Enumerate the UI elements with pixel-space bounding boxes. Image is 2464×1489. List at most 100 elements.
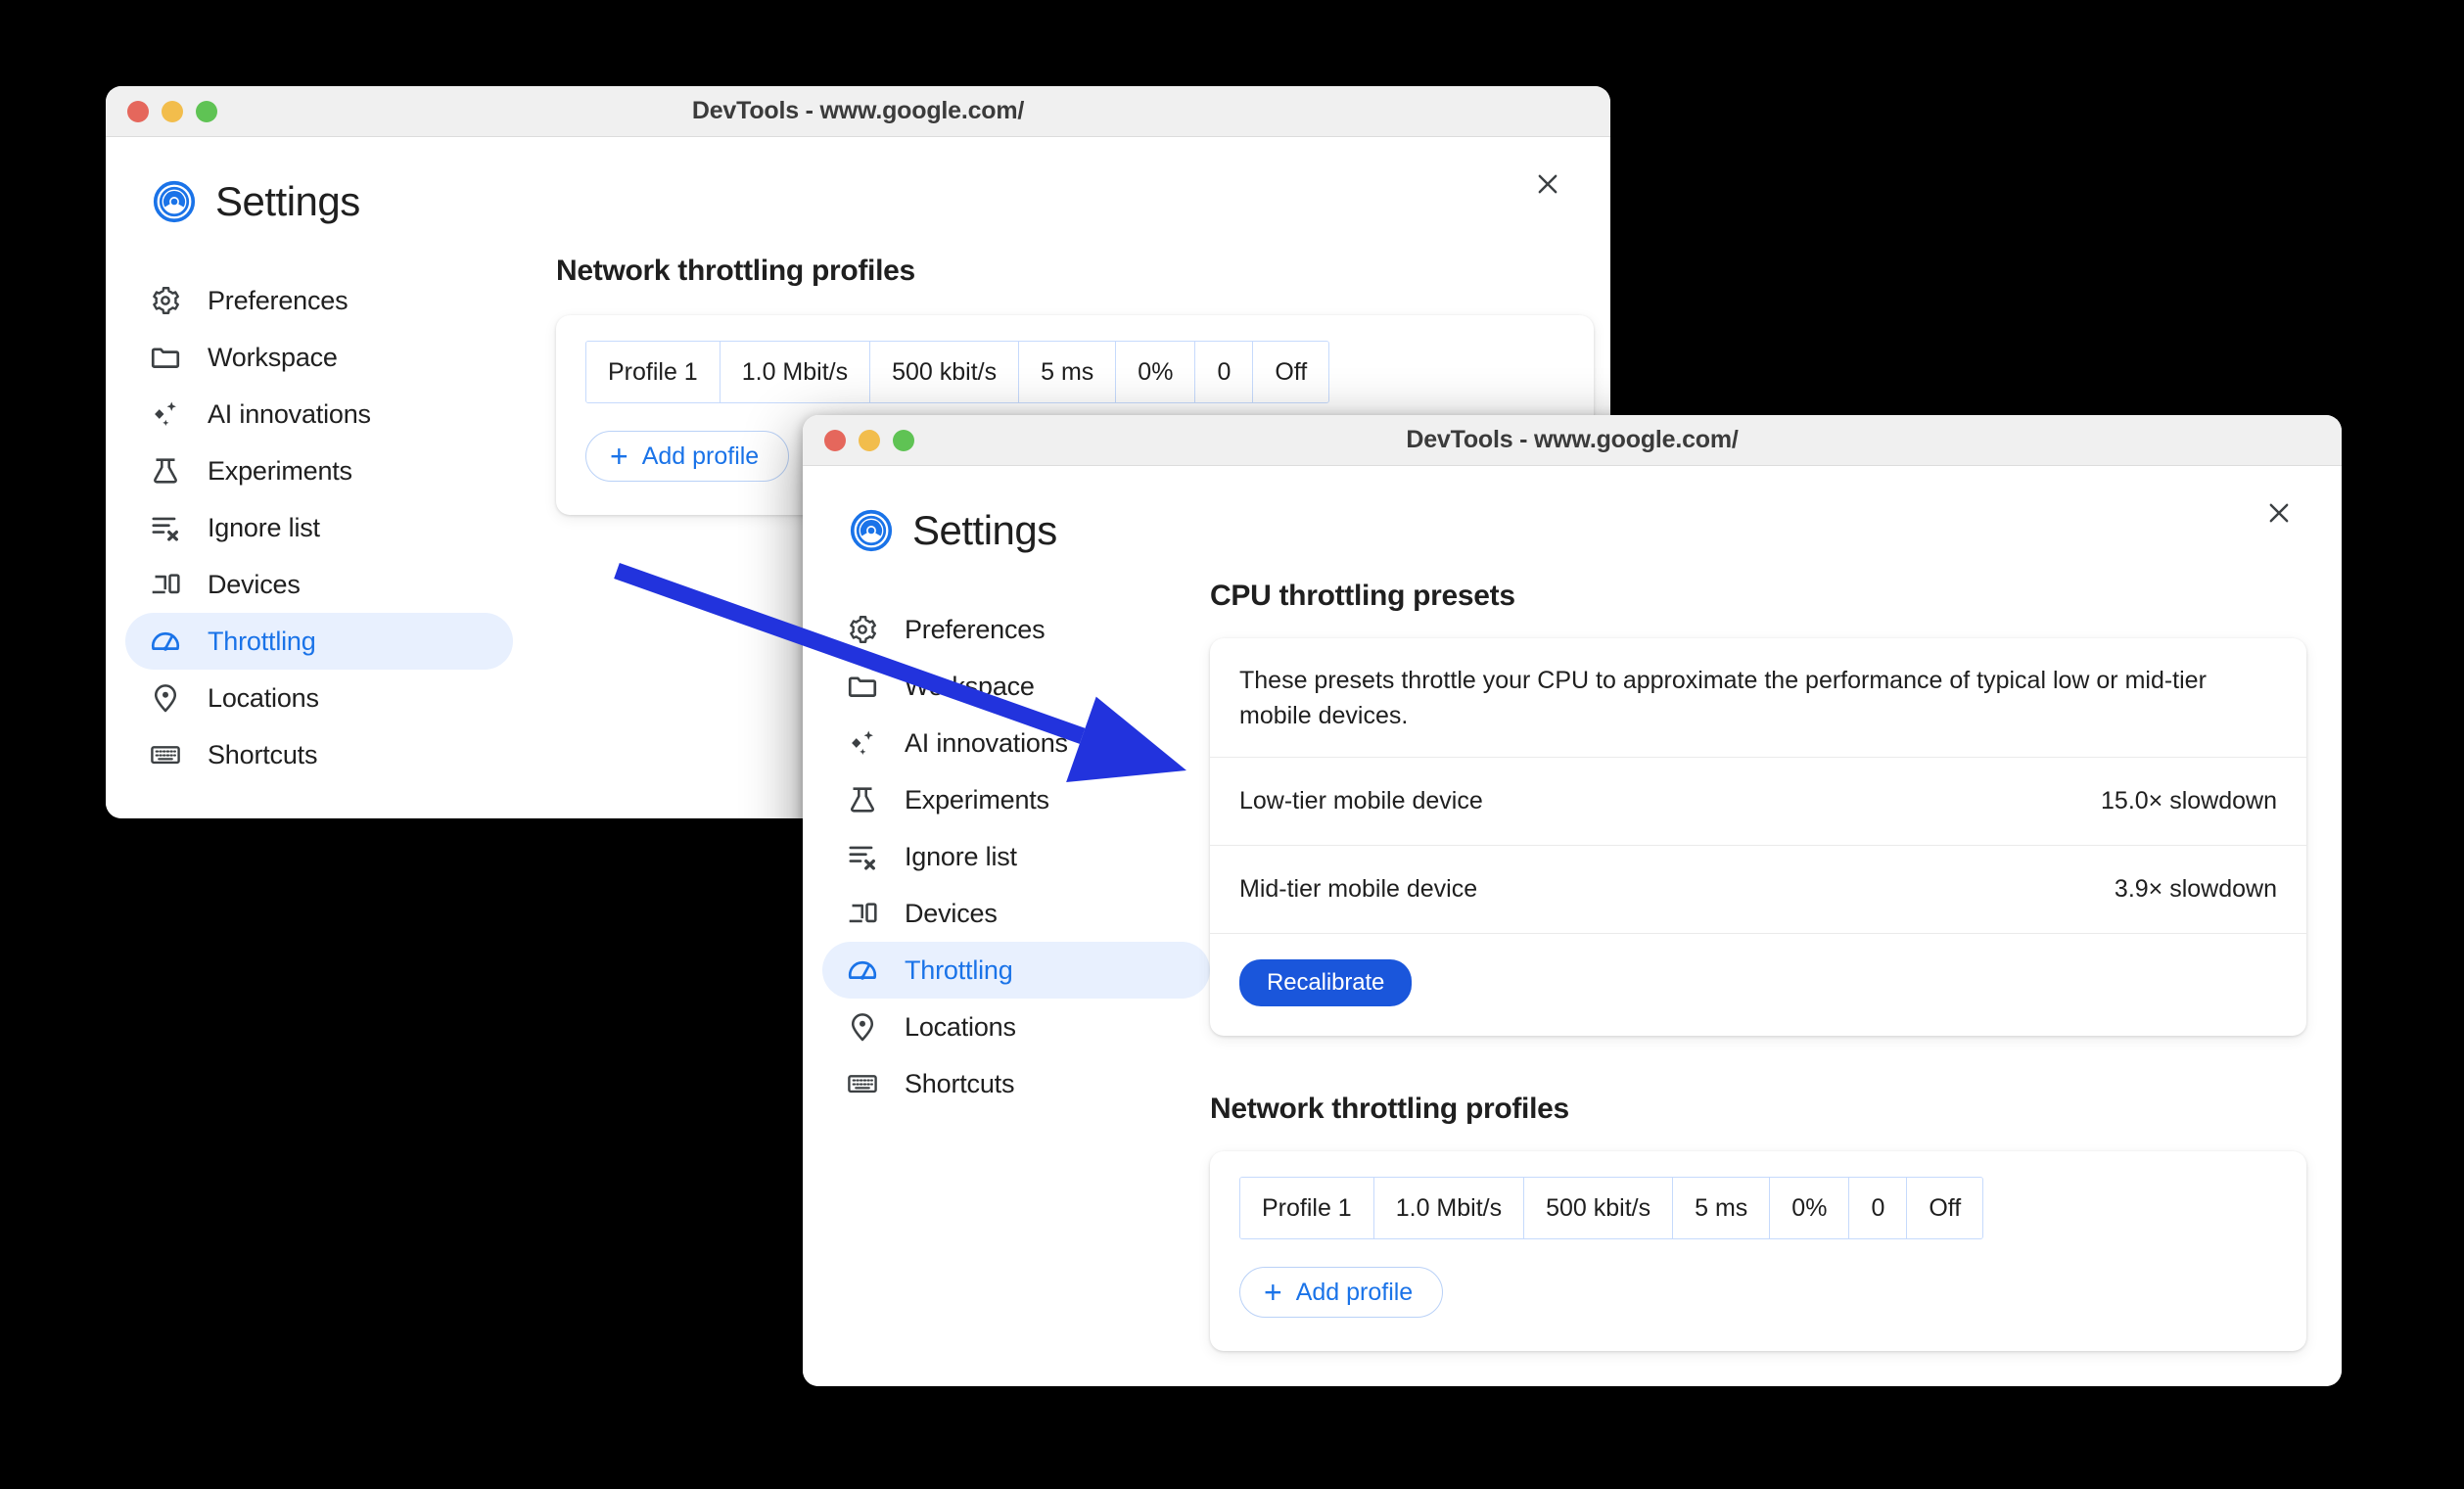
maximize-window-button[interactable] <box>196 100 217 122</box>
settings-title-back: Settings <box>215 178 360 224</box>
chrome-logo-icon <box>850 509 893 552</box>
folder-icon <box>846 670 879 703</box>
sidebar-item-workspace[interactable]: Workspace <box>822 658 1210 715</box>
network-profiles-card-front: Profile 1 1.0 Mbit/s 500 kbit/s 5 ms 0% 0 Off … <box>1210 1151 2306 1351</box>
plus-icon: + <box>1264 1275 1282 1310</box>
profile-cell[interactable]: 5 ms <box>1019 342 1117 402</box>
sidebar-item-throttling[interactable]: Throttling <box>822 942 1210 999</box>
devtools-settings-window-front[interactable]: DevTools - www.google.com/ Settings Pref… <box>803 415 2342 1386</box>
sidebar-item-shortcuts[interactable]: Shortcuts <box>822 1055 1210 1112</box>
sidebar-item-label: Throttling <box>905 954 1013 985</box>
profile-cell[interactable]: 500 kbit/s <box>870 342 1020 402</box>
sidebar-item-label: Experiments <box>905 784 1049 814</box>
sidebar-item-shortcuts[interactable]: Shortcuts <box>125 726 513 783</box>
profile-cell[interactable]: Off <box>1253 342 1329 402</box>
add-profile-button-front[interactable]: + Add profile <box>1239 1267 1444 1318</box>
sidebar-item-experiments[interactable]: Experiments <box>822 771 1210 828</box>
plus-icon: + <box>610 439 628 474</box>
sidebar-item-workspace[interactable]: Workspace <box>125 329 513 386</box>
recalibrate-button[interactable]: Recalibrate <box>1239 959 1413 1006</box>
preset-row-low-tier[interactable]: Low-tier mobile device 15.0× slowdown <box>1210 758 2306 846</box>
profile-cell[interactable]: 0 <box>1195 342 1254 402</box>
flask-icon <box>149 454 182 488</box>
close-icon <box>2269 503 2289 523</box>
sidebar-item-throttling[interactable]: Throttling <box>125 613 513 670</box>
window-title-front: DevTools - www.google.com/ <box>1406 426 1739 453</box>
sparkle-icon <box>149 397 182 431</box>
list-x-icon <box>846 840 879 873</box>
sidebar-item-label: Ignore list <box>905 841 1017 871</box>
settings-sidebar-back[interactable]: Preferences Workspace AI innovations Experi… <box>125 272 513 783</box>
profile-cell[interactable]: Profile 1 <box>1240 1178 1374 1238</box>
network-throttling-heading-back: Network throttling profiles <box>556 255 915 287</box>
profile-cell[interactable]: 5 ms <box>1673 1178 1771 1238</box>
traffic-lights-front[interactable] <box>824 429 914 451</box>
chrome-logo-icon <box>153 180 196 223</box>
profile-cell[interactable]: 0 <box>1849 1178 1908 1238</box>
keyboard-icon <box>846 1067 879 1100</box>
sidebar-item-label: Preferences <box>208 285 349 315</box>
sidebar-item-label: Shortcuts <box>905 1068 1015 1098</box>
close-window-button[interactable] <box>824 429 846 451</box>
profile-cell[interactable]: 500 kbit/s <box>1524 1178 1674 1238</box>
devices-icon <box>149 568 182 601</box>
profile-cell[interactable]: 1.0 Mbit/s <box>720 342 871 402</box>
maximize-window-button[interactable] <box>893 429 914 451</box>
titlebar-back[interactable]: DevTools - www.google.com/ <box>106 86 1610 137</box>
close-settings-button-front[interactable] <box>2257 491 2301 535</box>
window-body-front: Settings Preferences Workspace AI innovati… <box>803 466 2342 1386</box>
preset-value: 3.9× slowdown <box>2114 875 2277 903</box>
settings-sidebar-front[interactable]: Preferences Workspace AI innovations Experi… <box>822 601 1210 1112</box>
sidebar-item-ignore-list[interactable]: Ignore list <box>125 499 513 556</box>
sidebar-item-devices[interactable]: Devices <box>822 885 1210 942</box>
location-pin-icon <box>149 681 182 715</box>
sidebar-item-locations[interactable]: Locations <box>125 670 513 726</box>
minimize-window-button[interactable] <box>859 429 880 451</box>
sidebar-item-ai-innovations[interactable]: AI innovations <box>822 715 1210 771</box>
network-profiles-table-front[interactable]: Profile 1 1.0 Mbit/s 500 kbit/s 5 ms 0% 0 Off <box>1239 1177 1984 1239</box>
minimize-window-button[interactable] <box>162 100 183 122</box>
sparkle-icon <box>846 726 879 760</box>
settings-title-front: Settings <box>912 507 1057 553</box>
sidebar-item-preferences[interactable]: Preferences <box>125 272 513 329</box>
sidebar-item-label: Workspace <box>208 342 338 372</box>
preset-name: Mid-tier mobile device <box>1239 875 1478 903</box>
add-profile-button-back[interactable]: + Add profile <box>585 431 790 482</box>
profile-cell[interactable]: 0% <box>1770 1178 1850 1238</box>
settings-header-back: Settings <box>153 178 360 225</box>
sidebar-item-locations[interactable]: Locations <box>822 999 1210 1055</box>
settings-header-front: Settings <box>850 507 1057 554</box>
keyboard-icon <box>149 738 182 771</box>
sidebar-item-experiments[interactable]: Experiments <box>125 442 513 499</box>
close-window-button[interactable] <box>127 100 149 122</box>
window-title-back: DevTools - www.google.com/ <box>691 97 1025 124</box>
sidebar-item-ignore-list[interactable]: Ignore list <box>822 828 1210 885</box>
add-profile-label: Add profile <box>641 442 760 470</box>
cpu-presets-actions: Recalibrate <box>1210 934 2306 1036</box>
preset-row-mid-tier[interactable]: Mid-tier mobile device 3.9× slowdown <box>1210 846 2306 934</box>
sidebar-item-ai-innovations[interactable]: AI innovations <box>125 386 513 442</box>
settings-content-front: CPU throttling presets These presets thr… <box>1210 580 2306 1351</box>
titlebar-front[interactable]: DevTools - www.google.com/ <box>803 415 2342 466</box>
profile-cell[interactable]: Off <box>1907 1178 1983 1238</box>
gear-icon <box>846 613 879 646</box>
location-pin-icon <box>846 1010 879 1044</box>
sidebar-item-label: Throttling <box>208 626 316 656</box>
sidebar-item-preferences[interactable]: Preferences <box>822 601 1210 658</box>
close-settings-button-back[interactable] <box>1526 163 1569 206</box>
sidebar-item-label: Experiments <box>208 455 352 486</box>
sidebar-item-devices[interactable]: Devices <box>125 556 513 613</box>
sidebar-item-label: Locations <box>208 682 319 713</box>
sidebar-item-label: Workspace <box>905 671 1035 701</box>
sidebar-item-label: Preferences <box>905 614 1046 644</box>
traffic-lights-back[interactable] <box>127 100 217 122</box>
cpu-throttling-heading: CPU throttling presets <box>1210 580 1515 612</box>
speedometer-icon <box>149 625 182 658</box>
profile-cell[interactable]: Profile 1 <box>586 342 721 402</box>
sidebar-item-label: Devices <box>208 569 301 599</box>
add-profile-label: Add profile <box>1295 1278 1414 1306</box>
devices-icon <box>846 897 879 930</box>
profile-cell[interactable]: 0% <box>1116 342 1196 402</box>
profile-cell[interactable]: 1.0 Mbit/s <box>1373 1178 1525 1238</box>
network-profiles-table-back[interactable]: Profile 1 1.0 Mbit/s 500 kbit/s 5 ms 0% 0 Off <box>585 341 1330 403</box>
